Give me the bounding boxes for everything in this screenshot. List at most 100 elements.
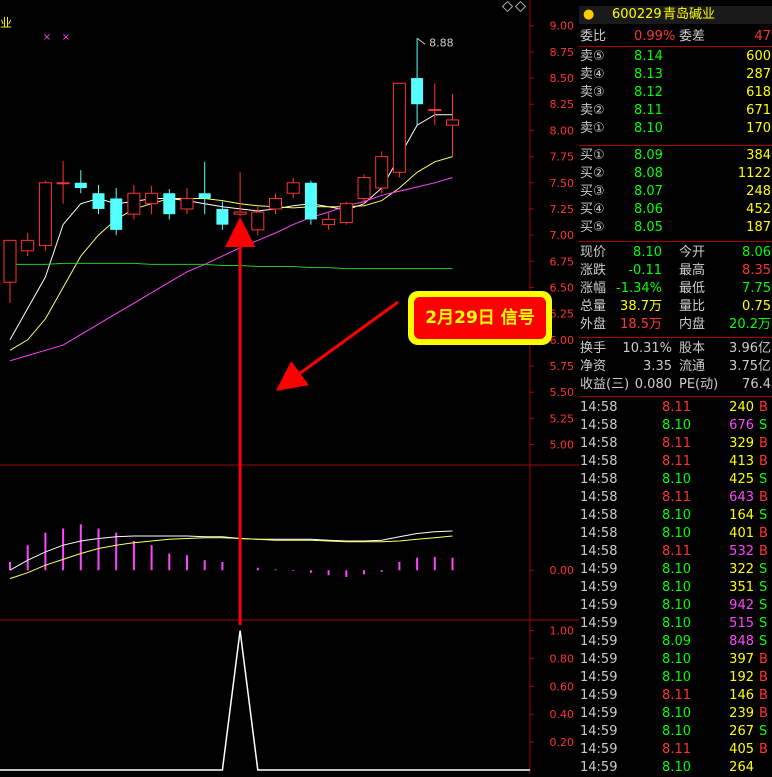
tick-side: B bbox=[759, 454, 768, 469]
macd-line-0 bbox=[9, 530, 453, 571]
candle bbox=[145, 185, 159, 215]
tick-time: 14:59 bbox=[580, 580, 618, 595]
ask-row: 卖④ 8.13 287 bbox=[579, 66, 772, 84]
tick-time: 14:59 bbox=[580, 760, 618, 775]
tick-price: 8.11 bbox=[662, 490, 691, 505]
stat-row: 总量 38.7万 量比 0.75 bbox=[579, 298, 772, 316]
tick-volume: 942 bbox=[729, 598, 754, 613]
signal-tick-label: 1.00 bbox=[550, 625, 575, 638]
bid-label: 买③ bbox=[580, 184, 605, 199]
stat-value: 18.5万 bbox=[620, 317, 662, 332]
tick-volume: 401 bbox=[729, 526, 754, 541]
tick-volume: 397 bbox=[729, 652, 754, 667]
bid-volume: 187 bbox=[746, 220, 771, 235]
ask-label: 卖④ bbox=[580, 67, 605, 82]
tick-volume: 240 bbox=[729, 400, 754, 415]
tick-volume: 532 bbox=[729, 544, 754, 559]
stat-row: 外盘 18.5万 内盘 20.2万 bbox=[579, 316, 772, 334]
bid-price: 8.08 bbox=[634, 166, 663, 181]
stat-label: 现价 bbox=[580, 245, 607, 260]
candle-body bbox=[3, 239, 17, 283]
candle-body bbox=[446, 119, 459, 126]
tick-side: S bbox=[759, 562, 768, 577]
tick-time: 14:58 bbox=[580, 454, 618, 469]
stat-value: -0.11 bbox=[628, 263, 662, 278]
price-tick-label: 8.25 bbox=[550, 98, 575, 111]
candle bbox=[428, 83, 442, 126]
tick-side: B bbox=[759, 706, 768, 721]
candle-body bbox=[145, 192, 159, 205]
ma-line-0 bbox=[9, 114, 453, 341]
tick-row: 14:59 8.10 942 S bbox=[579, 597, 772, 615]
annotation-arrows bbox=[225, 217, 399, 625]
tick-row: 14:58 8.11 532 B bbox=[579, 543, 772, 561]
price-panel: 9.00 8.75 8.50 8.25 8.00 7.75 7.50 7.25 7.00 6.75… bbox=[0, 0, 579, 774]
ask-row: 卖③ 8.12 618 bbox=[579, 84, 772, 102]
bid-price: 8.07 bbox=[634, 184, 663, 199]
candle-body bbox=[92, 193, 105, 209]
price-tick-label: 5.75 bbox=[550, 360, 575, 373]
tick-time: 14:58 bbox=[580, 490, 618, 505]
tick-volume: 267 bbox=[729, 724, 754, 739]
stock-logo-icon: ● bbox=[583, 7, 595, 22]
tick-volume: 329 bbox=[729, 436, 754, 451]
fund-value: 3.35 bbox=[643, 359, 672, 374]
price-tick-label: 7.25 bbox=[550, 203, 575, 216]
candle-body bbox=[251, 211, 265, 231]
tick-row: 14:58 8.11 413 B bbox=[579, 453, 772, 471]
candle bbox=[38, 180, 52, 251]
bid-volume: 384 bbox=[746, 148, 771, 163]
ask-volume: 600 bbox=[746, 49, 771, 64]
candle-body bbox=[411, 78, 424, 105]
ask-price: 8.14 bbox=[634, 49, 663, 64]
bid-price: 8.06 bbox=[634, 202, 663, 217]
price-tick-label: 8.00 bbox=[550, 124, 575, 137]
bid-volume: 1122 bbox=[737, 166, 771, 181]
candle bbox=[180, 188, 194, 215]
tick-price: 8.11 bbox=[662, 400, 691, 415]
tick-time: 14:59 bbox=[580, 634, 618, 649]
candle bbox=[269, 193, 282, 215]
tick-price: 8.10 bbox=[662, 580, 691, 595]
tick-volume: 643 bbox=[729, 490, 754, 505]
candle-body bbox=[216, 208, 229, 225]
fund-label: PE(动) bbox=[679, 377, 719, 392]
candle bbox=[304, 180, 317, 225]
tick-time: 14:58 bbox=[580, 472, 618, 487]
candle bbox=[198, 161, 211, 215]
ma-line-2 bbox=[9, 177, 453, 362]
tick-time: 14:59 bbox=[580, 742, 618, 757]
price-tick-label: 5.00 bbox=[550, 439, 575, 452]
marker-x-icon: × bbox=[62, 32, 70, 43]
tick-price: 8.10 bbox=[662, 652, 691, 667]
tick-side: S bbox=[759, 418, 768, 433]
stat-row: 现价 8.10 今开 8.06 bbox=[579, 244, 772, 262]
tick-volume: 146 bbox=[729, 688, 754, 703]
ask-row: 卖① 8.10 170 bbox=[579, 120, 772, 138]
tick-side: B bbox=[759, 652, 768, 667]
weidiff-value: 47 bbox=[754, 29, 771, 44]
price-tick-label: 5.25 bbox=[550, 412, 575, 425]
tick-time: 14:59 bbox=[580, 616, 618, 631]
candle-body bbox=[269, 197, 282, 210]
bid-label: 买① bbox=[580, 148, 605, 163]
candle-body bbox=[38, 182, 52, 247]
bid-row: 买③ 8.07 248 bbox=[579, 183, 772, 201]
candle bbox=[251, 206, 265, 236]
signal-line bbox=[0, 630, 530, 771]
fund-row: 净资 3.35 流通 3.75亿 bbox=[579, 358, 772, 376]
tick-side: S bbox=[759, 580, 768, 595]
tick-volume: 192 bbox=[729, 670, 754, 685]
stat-value: 8.10 bbox=[633, 245, 662, 260]
macd-tick-label: 0.00 bbox=[550, 564, 575, 577]
candle bbox=[375, 151, 389, 194]
tick-row: 14:59 8.09 848 S bbox=[579, 633, 772, 651]
tick-row: 14:58 8.11 240 B bbox=[579, 399, 772, 417]
stat-row: 涨跌 -0.11 最高 8.35 bbox=[579, 262, 772, 280]
ask-label: 卖⑤ bbox=[580, 49, 605, 64]
candle-body bbox=[428, 108, 442, 111]
tick-side: B bbox=[759, 688, 768, 703]
candle-body bbox=[392, 82, 406, 173]
kline-chart[interactable]: 9.00 8.75 8.50 8.25 8.00 7.75 7.50 7.25 7.00 6.75… bbox=[0, 0, 579, 774]
high-annotation-label: 8.88 bbox=[429, 36, 454, 49]
